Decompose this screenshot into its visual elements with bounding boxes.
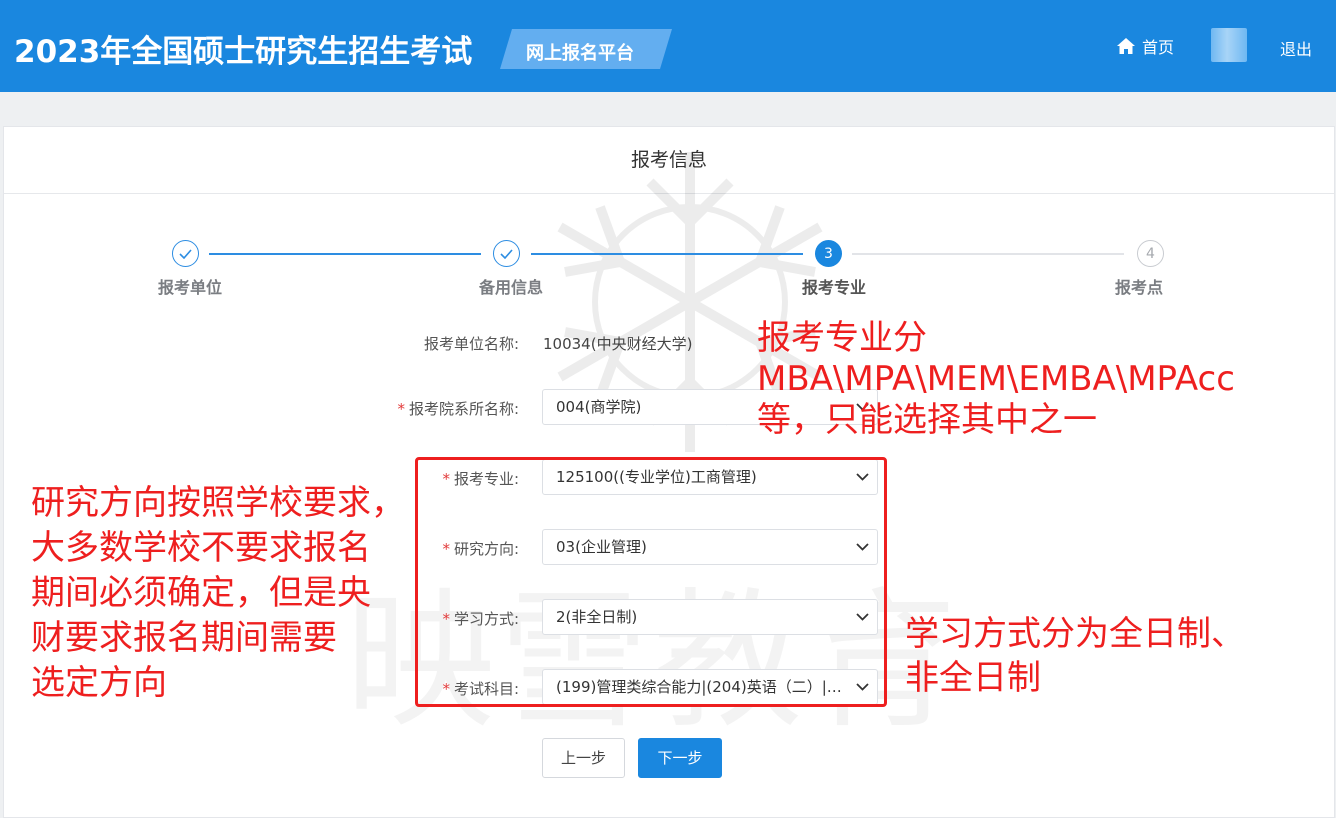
department-label-text: 报考院系所名称: [408, 400, 519, 418]
home-link[interactable]: 首页 [1116, 34, 1174, 58]
app-title: 2023年全国硕士研究生招生考试 [14, 34, 473, 70]
logout-link[interactable]: 退出 [1280, 36, 1312, 60]
annotation-line: 报考专业分 [757, 318, 927, 358]
next-step-button[interactable]: 下一步 [638, 738, 722, 778]
step-2-label: 备用信息 [479, 278, 544, 297]
prev-step-button[interactable]: 上一步 [542, 738, 625, 778]
annotation-direction-note: 研究方向按照学校要求， 大多数学校不要求报名 期间必须确定，但是央 财要求报名期… [31, 481, 405, 706]
step-2-circle [493, 240, 520, 267]
annotation-line: 学习方式分为全日制、 [905, 614, 1245, 654]
step-1-circle [172, 240, 199, 267]
step-4-number: 4 [1146, 245, 1155, 262]
annotation-major-note: 报考专业分 MBA\MPA\MEM\EMBA\MPAcc 等，只能选择其中之一 [757, 318, 1235, 441]
step-connector-3 [852, 253, 1124, 255]
check-icon [500, 248, 513, 259]
step-connector-1 [209, 253, 481, 255]
check-icon [179, 248, 192, 259]
required-mark: * [397, 400, 405, 418]
highlight-frame [415, 457, 887, 707]
top-header: 2023年全国硕士研究生招生考试 网上报名平台 首页 退出 [0, 0, 1336, 92]
unit-value: 10034(中央财经大学) [543, 335, 693, 353]
step-3-circle: 3 [815, 240, 842, 267]
platform-badge: 网上报名平台 [500, 29, 672, 69]
annotation-line: 研究方向按照学校要求， [31, 483, 405, 523]
avatar[interactable] [1211, 28, 1247, 62]
unit-label: 报考单位名称: [423, 335, 519, 353]
platform-badge-label: 网上报名平台 [526, 43, 634, 64]
step-3-label: 报考专业 [802, 278, 867, 297]
annotation-line: 等，只能选择其中之一 [757, 400, 1097, 440]
step-4-circle: 4 [1137, 240, 1164, 267]
annotation-line: 财要求报名期间需要 [31, 618, 337, 658]
department-label: * 报考院系所名称: [397, 398, 519, 419]
home-label: 首页 [1142, 38, 1175, 57]
step-4-label: 报考点 [1115, 278, 1164, 297]
step-3-number: 3 [824, 245, 833, 262]
step-connector-2 [531, 253, 803, 255]
step-1-label: 报考单位 [158, 278, 223, 297]
annotation-line: 期间必须确定，但是央 [31, 573, 371, 613]
annotation-line: 选定方向 [31, 663, 167, 703]
home-icon [1117, 38, 1135, 54]
annotation-line: 非全日制 [905, 658, 1041, 698]
annotation-line: 大多数学校不要求报名 [31, 528, 371, 568]
annotation-line: MBA\MPA\MEM\EMBA\MPAcc [757, 359, 1235, 399]
annotation-study-mode-note: 学习方式分为全日制、 非全日制 [905, 612, 1245, 700]
